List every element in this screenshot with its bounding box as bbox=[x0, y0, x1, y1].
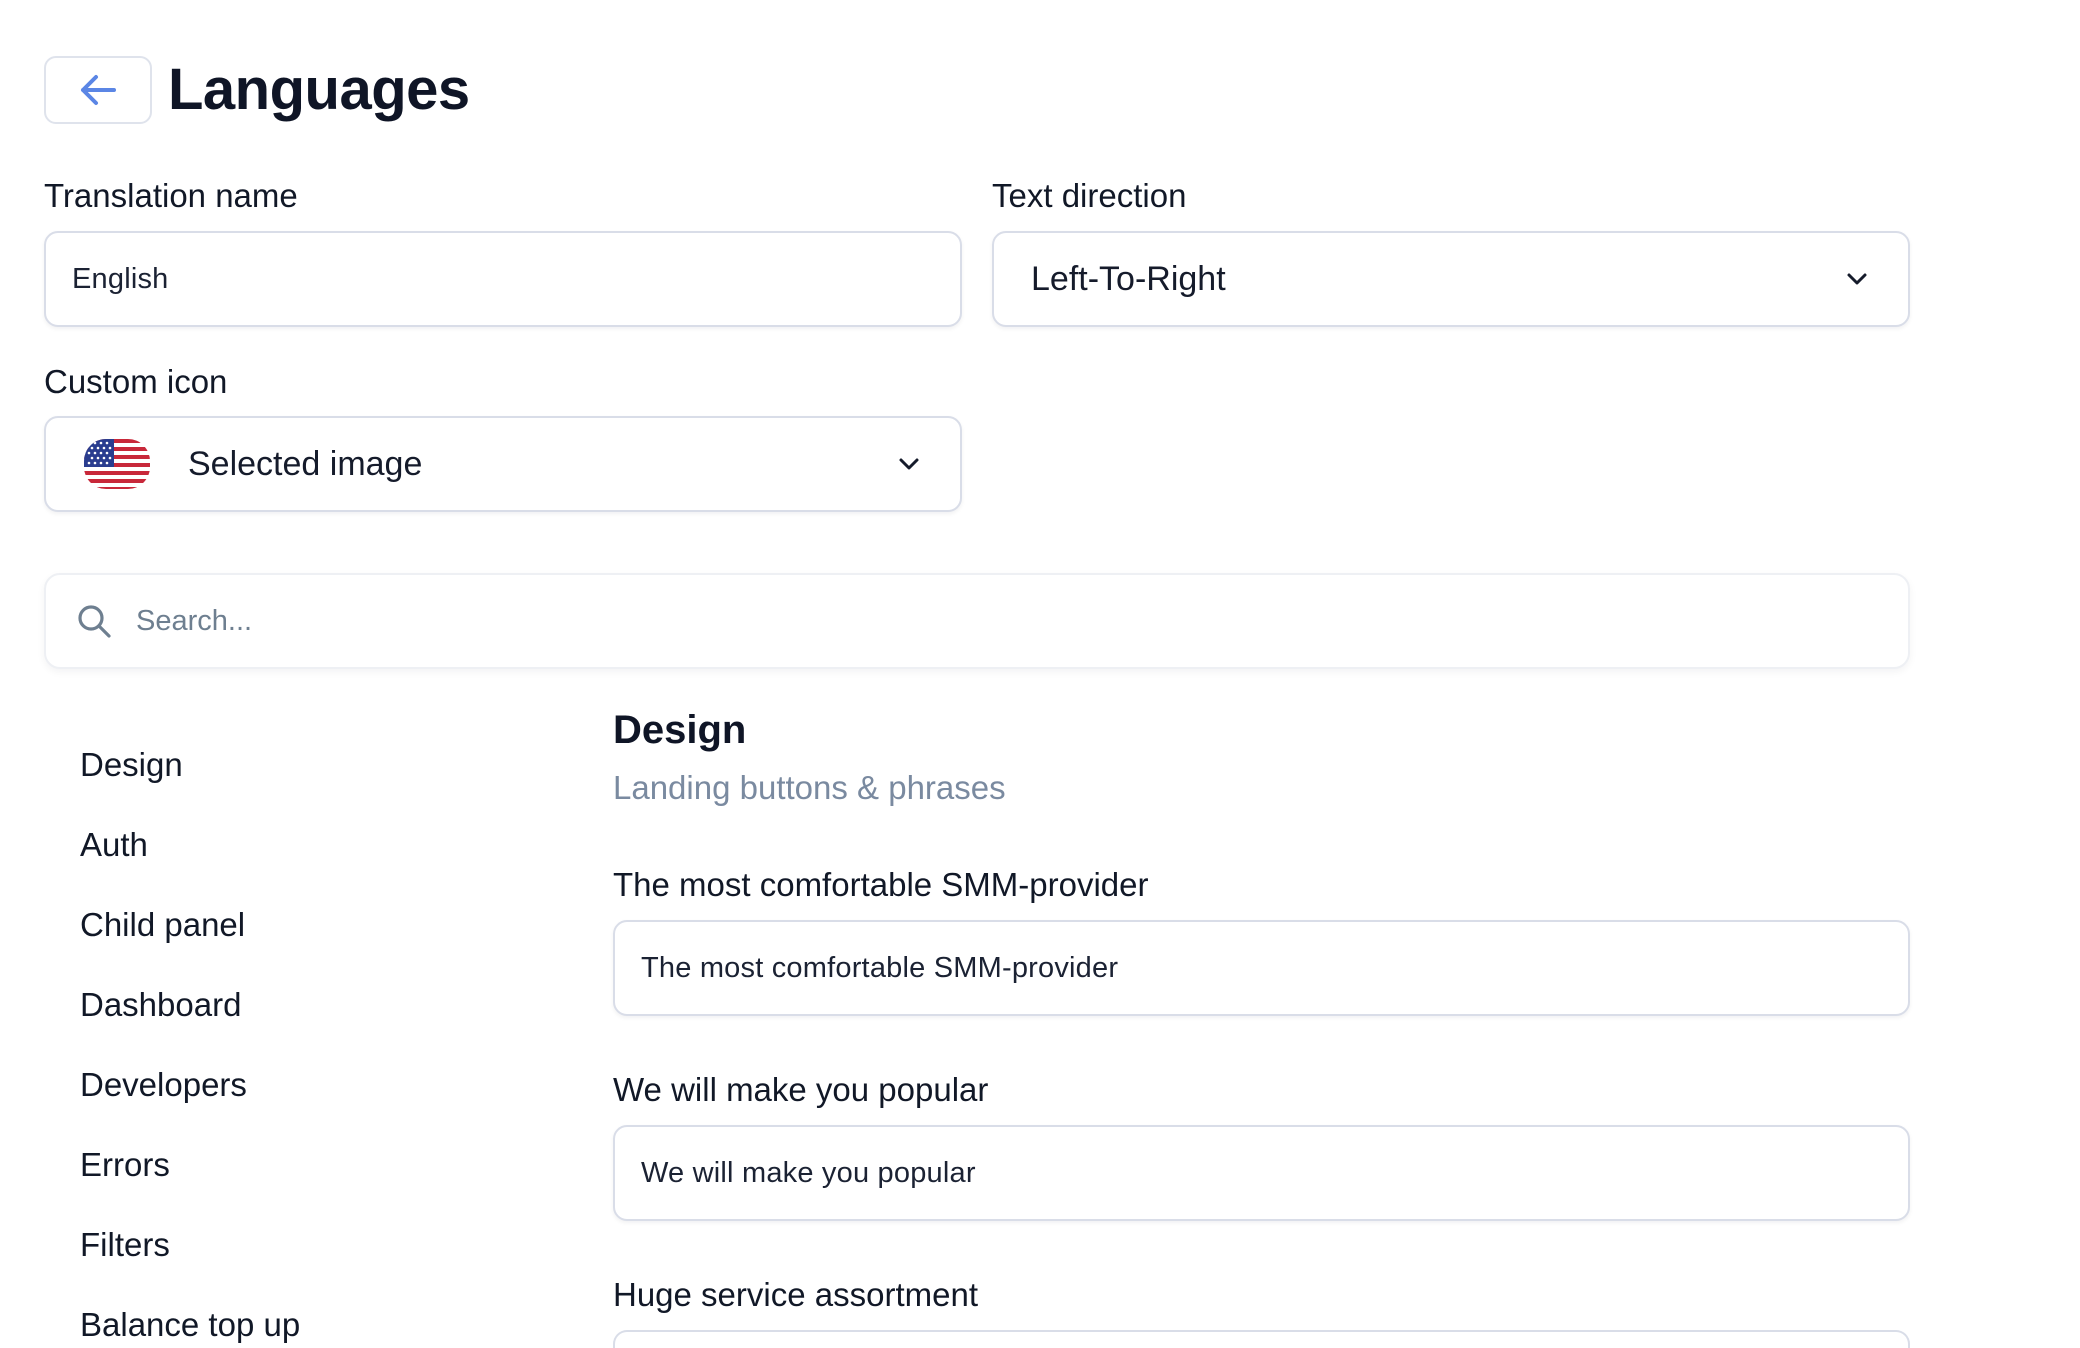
chevron-down-icon bbox=[1844, 266, 1870, 292]
phrase-label: We will make you popular bbox=[613, 1071, 989, 1108]
sidebar-item-balance-top-up[interactable]: Balance top up bbox=[80, 1303, 300, 1347]
custom-icon-select[interactable]: Selected image bbox=[44, 416, 962, 512]
custom-icon-value: Selected image bbox=[188, 444, 423, 483]
translation-name-value: English bbox=[72, 262, 169, 295]
phrase-value: We will make you popular bbox=[641, 1156, 976, 1189]
sidebar-item-dashboard[interactable]: Dashboard bbox=[80, 983, 241, 1027]
section-subtitle: Landing buttons & phrases bbox=[613, 769, 1006, 806]
translation-name-input[interactable]: English bbox=[44, 231, 962, 327]
phrase-input[interactable]: The most comfortable SMM-provider bbox=[613, 920, 1910, 1016]
phrase-label: Huge service assortment bbox=[613, 1276, 978, 1313]
search-placeholder: Search... bbox=[136, 605, 253, 637]
phrase-input[interactable]: We will make you popular bbox=[613, 1125, 1910, 1221]
text-direction-value: Left-To-Right bbox=[1031, 259, 1226, 298]
sidebar-item-child-panel[interactable]: Child panel bbox=[80, 903, 245, 947]
phrase-input[interactable] bbox=[613, 1330, 1910, 1348]
custom-icon-label: Custom icon bbox=[44, 363, 228, 400]
sidebar-item-design[interactable]: Design bbox=[80, 743, 183, 787]
section-title: Design bbox=[613, 708, 747, 752]
search-input[interactable] bbox=[44, 573, 1910, 669]
phrase-label: The most comfortable SMM-provider bbox=[613, 866, 1149, 903]
text-direction-label: Text direction bbox=[992, 177, 1187, 214]
back-button[interactable] bbox=[44, 56, 152, 124]
arrow-left-icon bbox=[81, 75, 116, 105]
us-flag-icon bbox=[84, 439, 150, 489]
text-direction-select[interactable]: Left-To-Right bbox=[992, 231, 1910, 327]
sidebar-item-filters[interactable]: Filters bbox=[80, 1223, 170, 1267]
search-icon bbox=[76, 603, 112, 639]
sidebar-item-auth[interactable]: Auth bbox=[80, 823, 148, 867]
translation-name-label: Translation name bbox=[44, 177, 298, 214]
phrase-value: The most comfortable SMM-provider bbox=[641, 951, 1119, 984]
sidebar-item-developers[interactable]: Developers bbox=[80, 1063, 247, 1107]
page-title: Languages bbox=[168, 57, 470, 122]
chevron-down-icon bbox=[896, 451, 922, 477]
sidebar-item-errors[interactable]: Errors bbox=[80, 1143, 170, 1187]
